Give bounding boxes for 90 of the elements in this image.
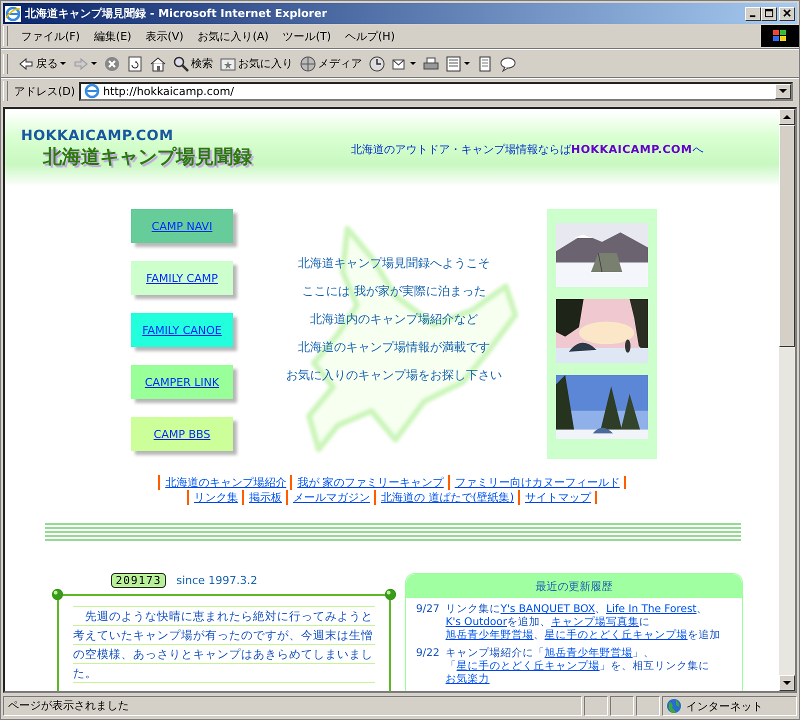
caret-icon [410,62,416,66]
nav-link[interactable]: ファミリー向けカヌーフィールド [448,475,624,490]
update-link[interactable]: Life In The Forest [606,603,697,615]
close-icon [782,9,792,18]
search-icon [173,56,189,72]
welcome-text: 北海道キャンプ場見聞録へようこそ [298,254,490,272]
address-label: アドレス(D) [14,84,76,98]
nav-link[interactable]: 北海道のキャンプ場紹介 [158,475,290,490]
down-arrow-icon [783,680,791,686]
nav-button[interactable]: FAMILY CANOE [131,313,233,347]
address-field[interactable]: http://hokkaicamp.com/ [79,82,793,100]
update-link[interactable]: K's Outdoor [446,616,508,628]
back-arrow-icon [18,56,34,72]
scrollbar[interactable] [779,109,795,691]
update-link[interactable]: キャンプ場写真集 [551,616,640,628]
nav-button[interactable]: CAMP BBS [131,417,233,451]
maximize-icon [764,9,774,18]
minimize-button[interactable] [745,6,761,20]
globe-icon [666,698,682,714]
menu-item[interactable]: 編集(E) [86,28,138,44]
toolbar-button[interactable]: メディア [297,54,365,74]
menu-item[interactable]: ファイル(F) [14,28,87,44]
document-icon [446,56,462,72]
site-link[interactable]: HOKKAICAMP.COM [571,142,692,156]
caret-icon [60,62,66,66]
status-pane [610,696,634,716]
update-date: 9/27 [416,603,440,617]
nav-button[interactable]: CAMP NAVI [131,209,233,243]
menu-item[interactable]: ヘルプ(H) [338,28,402,44]
welcome-text: 北海道内のキャンプ場紹介など [310,310,478,328]
welcome-text: ここには 我が家が実際に泊まった [302,282,486,300]
update-link[interactable]: 旭岳青少年野営場 [446,629,534,641]
welcome-text: お気に入りのキャンプ場をお探し下さい [286,366,502,384]
since-date: since 1997.3.2 [176,574,258,587]
caret-icon [464,62,470,66]
nav-link[interactable]: 掲示板 [242,490,286,505]
star-folder-icon [220,56,236,72]
toolbar-button[interactable]: 検索 [170,54,216,74]
caret-icon [91,62,97,66]
nav-link[interactable]: サイトマップ [518,490,596,505]
nav-link[interactable]: 我が 家のファミリーキャンプ [290,475,448,490]
update-link[interactable]: 星に手のとどく丘キャンプ場 [544,629,688,641]
caret-icon [779,88,787,94]
window-title: 北海道キャンプ場見聞録 - Microsoft Internet Explorer [25,6,328,21]
printer-icon [423,56,439,72]
dropdown-button[interactable] [775,84,791,98]
nav-link[interactable]: リンク集 [186,490,242,505]
stop-icon [104,56,120,72]
speech-bubble-icon [500,56,516,72]
globe-icon [300,56,316,72]
menu-item[interactable]: ツール(T) [276,28,338,44]
pin-icon [384,588,397,601]
status-pane [584,696,608,716]
windows-logo-icon [761,25,799,47]
tagline: 北海道のアウトドア・キャンプ場情報ならばHOKKAICAMP.COMへ [351,142,704,156]
visitor-counter: 209173 [110,573,166,588]
forward-arrow-icon [73,56,89,72]
clock-icon [369,56,385,72]
menu-item[interactable]: お気に入り(A) [190,28,276,44]
site-name: HOKKAICAMP.COM [21,128,175,144]
update-link[interactable]: 星に手のとどく丘キャンプ場 [456,660,600,672]
notepad-icon [477,56,493,72]
toolbar-button[interactable]: お気に入り [217,54,296,74]
maximize-button[interactable] [761,6,777,20]
update-date: 9/22 [416,647,440,661]
pin-icon [51,588,64,601]
nav-button[interactable]: CAMPER LINK [131,365,233,399]
toolbar-button[interactable]: 戻る [15,54,69,74]
updates-title: 最近の更新履歴 [406,574,742,598]
update-link[interactable]: お気楽力 [446,673,490,685]
home-icon [150,56,166,72]
status-text: ページが表示されました [3,696,582,716]
refresh-icon [127,56,143,72]
nav-link[interactable]: メールマガジン [286,490,374,505]
diary-text: 先週のような快晴に恵まれたら絶対に行ってみようと考えていたキャンプ場が有ったのですが、今週末は生憎の空模様、あっさりとキャンプはあきらめてしまいました。 [73,606,375,683]
site-title: 北海道キャンプ場見聞録 [43,145,253,170]
browser-icon [5,6,21,22]
nav-button[interactable]: FAMILY CAMP [131,261,233,295]
page-icon [84,83,100,99]
update-text: リンク集にY's BANQUET BOX、Life In The Forest、 K's Outdoorを追加、キャンプ場写真集に 旭岳青少年野営場、星に手のとどく丘キャンプ場を追加 [446,603,722,642]
update-text: キャンプ場紹介に「旭岳青少年野営場」、「星に手のとどく丘キャンプ場」を、相互リンク集に お気楽力 [446,647,711,686]
close-button[interactable] [779,6,795,20]
security-zone: インターネット [686,698,763,714]
welcome-text: 北海道のキャンプ場情報が満載です [298,338,490,356]
update-link[interactable]: Y's BANQUET BOX [500,603,596,615]
nav-link[interactable]: 北海道の 道ばたで(壁紙集) [374,490,518,505]
update-link[interactable]: 旭岳青少年野営場 [544,647,633,659]
status-pane [636,696,660,716]
menu-item[interactable]: 表示(V) [138,28,191,44]
up-arrow-icon [783,114,791,120]
